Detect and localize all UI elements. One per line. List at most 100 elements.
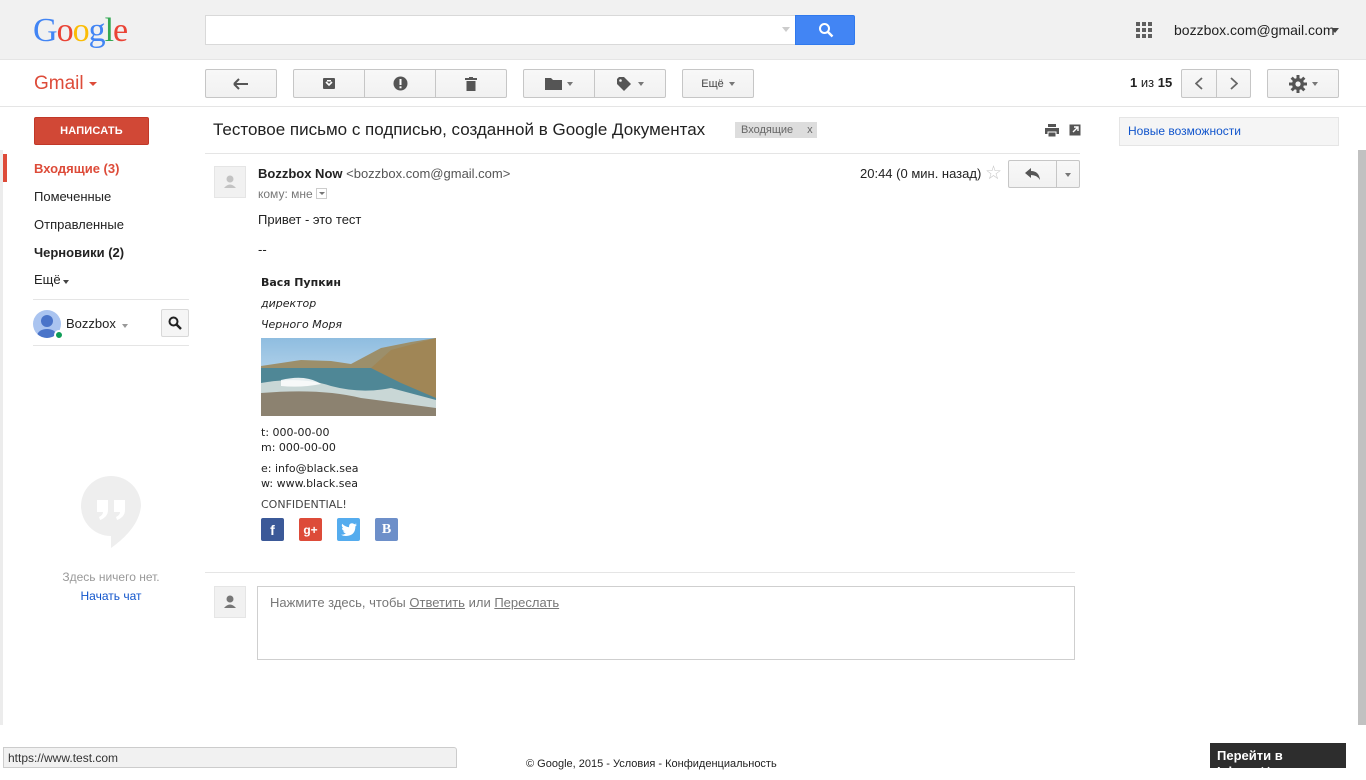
hangouts-quote-icon [81, 476, 141, 548]
pagination-count: 1 из 15 [1130, 75, 1172, 90]
reply-link[interactable]: Ответить [409, 595, 465, 610]
divider [33, 299, 189, 300]
star-icon[interactable]: ☆ [985, 162, 1002, 185]
start-chat-link[interactable]: Начать чат [34, 589, 188, 603]
hangouts-empty-text: Здесь ничего нет. [62, 570, 160, 584]
search-button[interactable] [795, 15, 855, 45]
sender-name[interactable]: Bozzbox Now [258, 166, 343, 181]
signature-company: Черного Моря [261, 318, 343, 331]
back-button[interactable] [205, 69, 277, 98]
vk-icon[interactable]: B [375, 518, 398, 541]
sidebar-item-starred[interactable]: Помеченные [34, 189, 111, 204]
twitter-bird-icon [340, 523, 357, 536]
person-icon [224, 175, 236, 188]
print-icon[interactable] [1045, 124, 1059, 137]
more-button[interactable]: Ещё [682, 69, 754, 98]
chevron-down-icon [62, 280, 69, 284]
inbox-promo-label: Перейти в Inbox [1217, 748, 1283, 779]
sender: Bozzbox Now <bozzbox.com@gmail.com> [258, 166, 510, 181]
sidebar-item-sent[interactable]: Отправленные [34, 217, 124, 232]
sidebar-item-inbox[interactable]: Входящие (3) [34, 161, 119, 176]
sender-email: <bozzbox.com@gmail.com> [346, 166, 511, 181]
reply-more-button[interactable] [1056, 160, 1080, 188]
chevron-right-icon [1230, 77, 1238, 90]
quick-reply-hint: Нажмите здесь, чтобы Ответить или Пересл… [270, 595, 559, 610]
status-url-bar: https://www.test.com [3, 747, 457, 768]
signature-photo [261, 338, 436, 416]
divider [33, 345, 189, 346]
gear-icon [1288, 74, 1307, 93]
search-icon [168, 316, 182, 330]
folder-icon [545, 78, 562, 90]
new-features-link[interactable]: Новые возможности [1128, 124, 1241, 138]
back-arrow-icon [233, 77, 248, 90]
pagination-buttons [1181, 69, 1251, 98]
recipients: кому: мне [258, 187, 327, 201]
newer-button[interactable] [1182, 70, 1216, 97]
signature-phone: t: 000-00-00 [261, 426, 330, 439]
gmail-menu-caret-icon[interactable] [89, 82, 97, 86]
inbox-label-chip[interactable]: Входящие x [735, 122, 817, 138]
scrollbar[interactable] [1358, 150, 1366, 725]
trash-icon [465, 76, 477, 91]
inbox-promo[interactable]: Перейти в Inbox ✕ [1210, 743, 1346, 779]
hangouts-search-button[interactable] [161, 309, 189, 337]
google-logo[interactable]: Google [33, 12, 128, 50]
reply-button[interactable] [1008, 160, 1057, 188]
chevron-down-icon [1311, 81, 1318, 86]
action-button-group [293, 69, 507, 98]
label-tag-icon [616, 76, 631, 91]
move-label-button-group [523, 69, 666, 98]
hangouts-user-name: Bozzbox [66, 316, 116, 331]
apps-grid-icon[interactable] [1136, 22, 1153, 39]
settings-button[interactable] [1267, 69, 1339, 98]
labels-button[interactable] [595, 70, 665, 97]
signature-title: директор [261, 297, 317, 310]
report-spam-button[interactable] [365, 70, 435, 97]
active-indicator [3, 154, 7, 182]
reply-or-text: или [468, 595, 491, 610]
hangouts-user[interactable]: Bozzbox [66, 316, 128, 331]
sidebar-item-more-label: Ещё [34, 272, 61, 287]
search-options-caret-icon[interactable] [782, 27, 790, 32]
body-line: -- [258, 242, 267, 257]
signature-email[interactable]: e: info@black.sea [261, 462, 359, 475]
sender-avatar [214, 166, 246, 198]
compose-button[interactable]: НАПИСАТЬ [34, 117, 149, 145]
reply-icon [1025, 168, 1040, 180]
divider [205, 572, 1075, 573]
chevron-down-icon [121, 324, 128, 328]
show-details-button[interactable] [315, 188, 327, 199]
chevron-left-icon [1195, 77, 1203, 90]
divider [205, 153, 1080, 154]
spam-icon [393, 76, 407, 91]
account-menu-caret-icon[interactable] [1331, 28, 1339, 33]
page-current: 1 [1130, 75, 1138, 90]
archive-button[interactable] [294, 70, 364, 97]
archive-icon [323, 78, 335, 89]
twitter-icon[interactable] [337, 518, 360, 541]
remove-label-button[interactable]: x [807, 124, 813, 136]
sidebar-item-more[interactable]: Ещё [34, 272, 69, 287]
new-window-icon[interactable] [1069, 124, 1081, 136]
footer-copyright: © Google, 2015 - Условия - Конфиденциаль… [526, 758, 777, 770]
sidebar-item-drafts[interactable]: Черновики (2) [34, 245, 124, 260]
move-to-button[interactable] [524, 70, 594, 97]
account-email[interactable]: bozzbox.com@gmail.com [1174, 22, 1335, 38]
reply-hint-text: Нажмите здесь, чтобы [270, 595, 406, 610]
google-plus-icon[interactable]: g+ [299, 518, 322, 541]
signature-name: Вася Пупкин [261, 276, 341, 289]
message-subject: Тестовое письмо с подписью, созданной в … [213, 120, 706, 139]
search-input[interactable] [205, 15, 796, 45]
delete-button[interactable] [436, 70, 506, 97]
left-edge [0, 150, 3, 725]
forward-link[interactable]: Переслать [494, 595, 559, 610]
recipients-text: кому: мне [258, 187, 313, 201]
gmail-menu[interactable]: Gmail [34, 73, 84, 95]
facebook-icon[interactable]: f [261, 518, 284, 541]
signature-web[interactable]: w: www.black.sea [261, 477, 358, 490]
close-icon[interactable]: ✕ [1260, 763, 1272, 779]
older-button[interactable] [1217, 70, 1251, 97]
signature-confidential: CONFIDENTIAL! [261, 498, 347, 511]
online-status-icon [54, 330, 64, 340]
